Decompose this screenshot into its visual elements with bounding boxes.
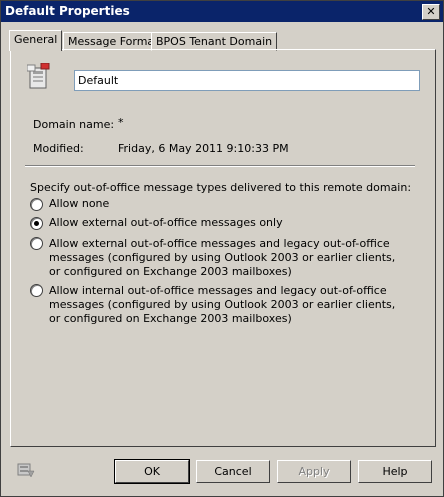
- apply-button[interactable]: Apply: [277, 460, 351, 483]
- tab-general[interactable]: General: [9, 30, 63, 51]
- help-context-icon[interactable]: [17, 462, 35, 478]
- cancel-button[interactable]: Cancel: [196, 460, 270, 483]
- close-icon: ✕: [426, 5, 436, 18]
- option-label: Allow external out-of-office messages on…: [49, 216, 283, 229]
- dialog-window: Default Properties ✕ General Message For…: [0, 0, 444, 497]
- window-title: Default Properties: [5, 4, 130, 18]
- title-bar[interactable]: Default Properties ✕: [1, 1, 443, 22]
- close-button[interactable]: ✕: [422, 4, 440, 20]
- option-label: Allow none: [49, 197, 110, 210]
- remote-domain-icon: [27, 63, 50, 89]
- separator: [25, 165, 415, 167]
- domain-name-label: Domain name:: [33, 118, 115, 131]
- name-field[interactable]: [74, 70, 420, 91]
- option-label: Allow internal out-of-office messages an…: [49, 284, 396, 325]
- radio-button[interactable]: [30, 198, 43, 211]
- ooo-heading: Specify out-of-office message types deli…: [30, 181, 412, 194]
- modified-label: Modified:: [33, 142, 84, 155]
- domain-name-value: *: [118, 116, 124, 129]
- radio-button[interactable]: [30, 217, 43, 230]
- option-label: Allow external out-of-office messages an…: [49, 237, 396, 278]
- ok-button[interactable]: OK: [114, 459, 190, 484]
- radio-button[interactable]: [30, 284, 43, 297]
- help-button[interactable]: Help: [358, 460, 432, 483]
- radio-button[interactable]: [30, 237, 43, 250]
- modified-value: Friday, 6 May 2011 9:10:33 PM: [118, 142, 289, 155]
